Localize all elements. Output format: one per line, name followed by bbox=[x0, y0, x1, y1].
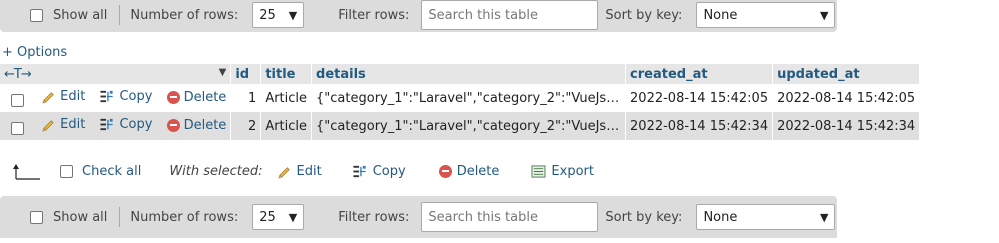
pencil-icon bbox=[42, 91, 54, 104]
show-all-checkbox[interactable] bbox=[30, 210, 43, 224]
delete-icon bbox=[166, 118, 180, 132]
sort-by-key-value: None bbox=[703, 7, 738, 23]
number-of-rows-label: Number of rows: bbox=[130, 7, 239, 23]
sort-by-key-label: Sort by key: bbox=[605, 209, 683, 225]
cell-title[interactable]: Article bbox=[260, 112, 313, 140]
chevron-down-icon: ▼ bbox=[288, 210, 298, 224]
bulk-actions: Check all With selected: Edit Copy Delet… bbox=[0, 158, 600, 184]
table-row: Edit Copy Delete 1 Article {"category_1"… bbox=[0, 84, 921, 112]
bulk-export-button[interactable]: Export bbox=[531, 164, 594, 179]
options-link[interactable]: + Options bbox=[2, 45, 67, 60]
copy-icon bbox=[353, 165, 366, 177]
cell-details[interactable]: {"category_1":"Laravel","category_2":"Vu… bbox=[311, 84, 627, 112]
row-actions: Edit Copy Delete bbox=[0, 84, 232, 112]
bulk-edit-label: Edit bbox=[296, 163, 322, 179]
edit-label: Edit bbox=[60, 116, 86, 132]
sort-by-key-value: None bbox=[703, 209, 738, 225]
row-delete-link[interactable]: Delete bbox=[166, 117, 227, 133]
show-all-checkbox[interactable] bbox=[30, 8, 43, 22]
check-all-label[interactable]: Check all bbox=[82, 164, 141, 179]
filter-rows-label: Filter rows: bbox=[338, 7, 410, 23]
row-edit-link[interactable]: Edit bbox=[41, 89, 85, 104]
delete-label: Delete bbox=[183, 89, 227, 105]
delete-icon bbox=[166, 90, 180, 104]
filter-rows-label: Filter rows: bbox=[338, 209, 410, 225]
show-all-label[interactable]: Show all bbox=[53, 8, 107, 23]
column-arrows[interactable]: ←T→ bbox=[4, 67, 32, 82]
chevron-down-icon: ▼ bbox=[819, 8, 829, 22]
table-row: Edit Copy Delete 2 Article {"category_1"… bbox=[0, 112, 921, 140]
rows-per-page-select[interactable]: 25 ▼ bbox=[252, 2, 305, 28]
cell-title[interactable]: Article bbox=[260, 84, 313, 112]
table-navigation-bottom: Show all Number of rows: 25 ▼ Filter row… bbox=[0, 196, 837, 238]
delete-label: Delete bbox=[183, 117, 227, 133]
column-controls-header: ←T→ ▼ bbox=[0, 64, 232, 84]
rows-per-page-value: 25 bbox=[259, 7, 276, 23]
bulk-delete-button[interactable]: Delete bbox=[438, 163, 500, 179]
row-delete-link[interactable]: Delete bbox=[166, 89, 227, 105]
cell-id[interactable]: 1 bbox=[230, 84, 262, 112]
bulk-edit-button[interactable]: Edit bbox=[277, 164, 322, 179]
pencil-icon bbox=[277, 166, 290, 179]
table-header-row: ←T→ ▼ id title details created_at update… bbox=[0, 64, 921, 84]
copy-label: Copy bbox=[119, 116, 153, 132]
row-checkbox[interactable] bbox=[11, 93, 24, 107]
row-copy-link[interactable]: Copy bbox=[99, 117, 152, 132]
separator bbox=[119, 207, 121, 227]
arrow-left-up-icon bbox=[13, 164, 40, 180]
sort-triangle-icon[interactable]: ▼ bbox=[219, 67, 227, 78]
row-edit-link[interactable]: Edit bbox=[41, 117, 85, 132]
check-all-checkbox[interactable] bbox=[60, 164, 73, 178]
number-of-rows-label: Number of rows: bbox=[130, 209, 239, 225]
copy-label: Copy bbox=[119, 88, 153, 104]
sort-by-key-label: Sort by key: bbox=[605, 7, 683, 23]
cell-updated-at[interactable]: 2022-08-14 15:42:05 bbox=[772, 84, 921, 112]
copy-icon bbox=[100, 118, 114, 130]
edit-label: Edit bbox=[60, 88, 86, 104]
rows-per-page-select[interactable]: 25 ▼ bbox=[252, 204, 305, 230]
column-header-details[interactable]: details bbox=[311, 64, 627, 84]
row-checkbox[interactable] bbox=[11, 121, 24, 135]
column-header-title[interactable]: title bbox=[260, 64, 313, 84]
separator bbox=[119, 5, 121, 25]
bulk-export-label: Export bbox=[551, 163, 594, 179]
table-navigation-top: Show all Number of rows: 25 ▼ Filter row… bbox=[0, 0, 837, 32]
row-copy-link[interactable]: Copy bbox=[99, 89, 152, 104]
row-actions: Edit Copy Delete bbox=[0, 112, 232, 140]
filter-rows-input[interactable]: Search this table bbox=[421, 202, 599, 232]
results-table: ←T→ ▼ id title details created_at update… bbox=[0, 64, 921, 140]
cell-details[interactable]: {"category_1":"Laravel","category_2":"Vu… bbox=[311, 112, 627, 140]
export-icon bbox=[531, 164, 546, 178]
sort-by-key-select[interactable]: None ▼ bbox=[696, 2, 836, 28]
cell-created-at[interactable]: 2022-08-14 15:42:05 bbox=[625, 84, 774, 112]
column-header-updated-at[interactable]: updated_at bbox=[772, 64, 921, 84]
cell-updated-at[interactable]: 2022-08-14 15:42:34 bbox=[772, 112, 921, 140]
cell-created-at[interactable]: 2022-08-14 15:42:34 bbox=[625, 112, 774, 140]
filter-rows-input[interactable]: Search this table bbox=[421, 0, 599, 30]
delete-icon bbox=[438, 164, 452, 178]
column-header-id[interactable]: id bbox=[230, 64, 262, 84]
chevron-down-icon: ▼ bbox=[819, 210, 829, 224]
column-header-created-at[interactable]: created_at bbox=[625, 64, 774, 84]
bulk-delete-label: Delete bbox=[456, 163, 500, 179]
with-selected-label: With selected: bbox=[169, 163, 263, 179]
bulk-copy-button[interactable]: Copy bbox=[352, 164, 406, 179]
bulk-copy-label: Copy bbox=[372, 163, 406, 179]
show-all-label[interactable]: Show all bbox=[53, 210, 107, 225]
rows-per-page-value: 25 bbox=[259, 209, 276, 225]
copy-icon bbox=[100, 90, 114, 102]
chevron-down-icon: ▼ bbox=[288, 8, 298, 22]
pencil-icon bbox=[42, 119, 54, 132]
sort-by-key-select[interactable]: None ▼ bbox=[696, 204, 836, 230]
cell-id[interactable]: 2 bbox=[230, 112, 262, 140]
